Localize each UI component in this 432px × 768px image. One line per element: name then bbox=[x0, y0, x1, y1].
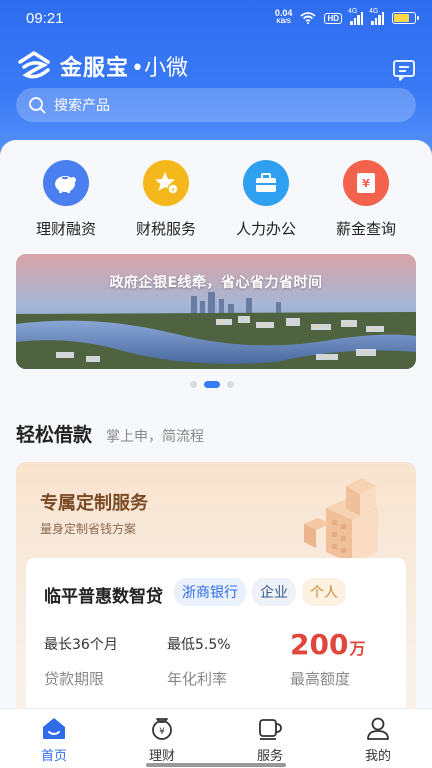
term-value: 最长36个月 bbox=[44, 637, 118, 653]
quick-label-hr: 人力办公 bbox=[235, 220, 296, 238]
logo-icon bbox=[18, 51, 50, 79]
section-title: 轻松借款 bbox=[16, 424, 93, 446]
stat-rate: 最低5.5% 年化利率 bbox=[167, 630, 231, 689]
tab-label-service: 服务 bbox=[256, 749, 283, 764]
signal-icon-1: 4G bbox=[348, 8, 363, 25]
signal-tech-label: 4G bbox=[348, 8, 358, 15]
brand-name: 金服宝 bbox=[60, 56, 130, 81]
tab-label-mine: 我的 bbox=[364, 749, 391, 764]
stat-term: 最长36个月 贷款期限 bbox=[44, 630, 118, 689]
message-icon[interactable] bbox=[392, 58, 416, 82]
brand-subtitle: •小微 bbox=[131, 56, 188, 81]
briefcase-icon bbox=[243, 160, 289, 206]
svg-text:+: + bbox=[170, 186, 176, 194]
loan-card-subtitle: 量身定制省钱方案 bbox=[40, 522, 137, 536]
promo-banner[interactable]: 政府企银E线牵，省心省力省时间 bbox=[16, 254, 416, 369]
status-icons: 0.04 KB/S HD 4G 4G bbox=[275, 8, 419, 27]
search-placeholder: 搜索产品 bbox=[54, 98, 110, 114]
net-speed-unit: KB/S bbox=[276, 19, 291, 25]
quick-label-tax: 财税服务 bbox=[135, 220, 196, 238]
quick-menu: 理财融资 + 财税服务 人力办公 ¥ 薪金查询 bbox=[0, 160, 432, 239]
term-label: 贷款期限 bbox=[44, 670, 105, 688]
main-content: 理财融资 + 财税服务 人力办公 ¥ 薪金查询 政府企银E线牵，省心省力省时间 … bbox=[0, 140, 432, 710]
tab-label-finance: 理财 bbox=[148, 749, 175, 764]
tax-star-icon: + bbox=[143, 160, 189, 206]
tab-label-home: 首页 bbox=[40, 749, 67, 764]
piggy-bank-icon bbox=[43, 160, 89, 206]
battery-icon bbox=[392, 12, 419, 24]
header: 09:21 0.04 KB/S HD 4G 4G 金服宝 •小微 搜索产品 bbox=[0, 0, 432, 160]
net-speed-value: 0.04 bbox=[274, 8, 293, 18]
stat-limit: 200万 最高额度 bbox=[290, 630, 365, 689]
wifi-icon bbox=[300, 12, 317, 24]
rate-label: 年化利率 bbox=[167, 670, 228, 688]
brand: 金服宝 •小微 bbox=[16, 50, 188, 82]
section-subtitle: 掌上申，简流程 bbox=[106, 429, 205, 445]
home-icon bbox=[43, 718, 65, 739]
status-bar: 09:21 0.04 KB/S HD 4G 4G bbox=[0, 0, 432, 36]
search-bar[interactable]: 搜索产品 bbox=[16, 88, 416, 122]
svg-text:¥: ¥ bbox=[362, 177, 370, 190]
quick-item-salary[interactable]: ¥ 薪金查询 bbox=[316, 160, 416, 239]
money-bag-icon: ¥ bbox=[152, 718, 172, 740]
banner-slogan: 政府企银E线牵，省心省力省时间 bbox=[109, 275, 323, 291]
hd-badge: HD bbox=[324, 12, 342, 24]
tab-home[interactable]: 首页 bbox=[0, 709, 108, 768]
quick-item-finance[interactable]: 理财融资 bbox=[16, 160, 116, 239]
tab-mine[interactable]: 我的 bbox=[324, 709, 432, 768]
quick-label-finance: 理财融资 bbox=[35, 220, 96, 238]
user-icon bbox=[367, 717, 389, 740]
section-header-loan: 轻松借款 掌上申，简流程 bbox=[16, 420, 204, 447]
limit-unit: 万 bbox=[349, 639, 366, 658]
loan-card[interactable]: 专属定制服务 量身定制省钱方案 临平普惠数智贷 浙商银行 企业 个人 最长36个… bbox=[16, 462, 416, 710]
product-tags: 浙商银行 企业 个人 bbox=[174, 578, 346, 606]
battery-level bbox=[394, 14, 410, 22]
product-name: 临平普惠数智贷 bbox=[44, 587, 163, 607]
tag-bank: 浙商银行 bbox=[174, 578, 246, 606]
svg-text:¥: ¥ bbox=[159, 727, 165, 737]
loan-product[interactable]: 临平普惠数智贷 浙商银行 企业 个人 最长36个月 贷款期限 最低5.5% 年化… bbox=[26, 558, 406, 710]
bottom-tab-bar: 首页 ¥ 理财 服务 我的 bbox=[0, 708, 432, 768]
home-indicator[interactable] bbox=[146, 763, 286, 767]
carousel-dot-active[interactable] bbox=[204, 381, 220, 388]
limit-number: 200 bbox=[290, 628, 349, 661]
loan-card-title: 专属定制服务 bbox=[40, 493, 148, 514]
building-illustration-icon bbox=[304, 478, 378, 564]
tab-service[interactable]: 服务 bbox=[216, 709, 324, 768]
quick-item-tax[interactable]: + 财税服务 bbox=[116, 160, 216, 239]
quick-item-hr[interactable]: 人力办公 bbox=[216, 160, 316, 239]
carousel-dot[interactable] bbox=[227, 381, 234, 388]
tag-enterprise: 企业 bbox=[252, 578, 296, 606]
signal-icon-2: 4G bbox=[369, 8, 384, 25]
limit-value: 200万 bbox=[290, 630, 365, 660]
rate-value: 最低5.5% bbox=[167, 637, 231, 653]
net-speed: 0.04 KB/S bbox=[275, 9, 293, 27]
quick-label-salary: 薪金查询 bbox=[335, 220, 396, 238]
carousel-indicator bbox=[190, 381, 234, 388]
salary-icon: ¥ bbox=[343, 160, 389, 206]
tab-finance[interactable]: ¥ 理财 bbox=[108, 709, 216, 768]
signal-tech-label-2: 4G bbox=[369, 8, 379, 15]
carousel-dot[interactable] bbox=[190, 381, 197, 388]
search-icon bbox=[29, 97, 46, 114]
limit-label: 最高额度 bbox=[290, 670, 351, 688]
cup-icon bbox=[259, 719, 282, 740]
tag-personal: 个人 bbox=[302, 578, 346, 606]
status-time: 09:21 bbox=[26, 10, 64, 27]
